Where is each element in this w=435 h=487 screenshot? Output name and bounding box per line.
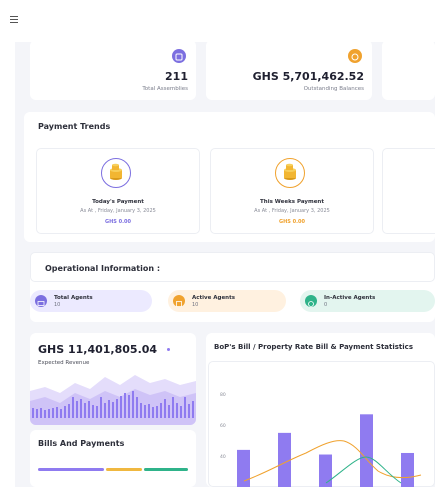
active-agents-pill[interactable]: Active Agents 10	[168, 290, 286, 312]
section-title: Bills And Payments	[38, 439, 125, 448]
payment-card-partial	[382, 148, 435, 234]
statistics-card: BoP's Bill / Property Rate Bill & Paymen…	[206, 333, 435, 487]
hamburger-icon[interactable]	[10, 16, 20, 24]
section-title: Operational Information :	[45, 264, 161, 273]
chart-bar[interactable]	[401, 452, 414, 487]
bills-bar-green	[144, 468, 188, 471]
payment-trends-panel: Payment Trends Today's Payment As At , F…	[24, 112, 435, 242]
total-agents-pill[interactable]: Total Agents 10	[30, 290, 152, 312]
sidebar-edge	[0, 42, 15, 487]
section-title: Payment Trends	[38, 122, 111, 131]
pill-label: Active Agents	[192, 295, 236, 301]
monitor-icon	[35, 295, 47, 307]
payment-date: As At , Friday, January 3, 2025	[80, 208, 156, 214]
payment-amount: GHS 0.00	[279, 219, 305, 225]
chart-bar[interactable]	[237, 449, 250, 487]
balance-icon	[348, 49, 362, 63]
stat-value: 211	[165, 70, 188, 83]
y-tick-label: 40	[220, 454, 226, 460]
revenue-card: GHS 11,401,805.04 Expected Revenue	[30, 333, 196, 425]
payment-card-today[interactable]: Today's Payment As At , Friday, January …	[36, 148, 200, 234]
payment-title: Today's Payment	[92, 199, 144, 205]
coins-icon	[101, 158, 131, 188]
pill-count: 10	[54, 302, 61, 308]
payment-date: As At , Friday, January 3, 2025	[254, 208, 330, 214]
operational-header: Operational Information :	[30, 252, 435, 282]
inactive-agents-pill[interactable]: In-Active Agents 0	[300, 290, 435, 312]
payment-card-week[interactable]: This Weeks Payment As At , Friday, Janua…	[210, 148, 374, 234]
chart-bar[interactable]	[360, 414, 373, 487]
coins-icon	[275, 158, 305, 188]
bills-bar-orange	[106, 468, 142, 471]
pill-label: In-Active Agents	[324, 295, 376, 301]
chart-line-orange	[243, 440, 422, 482]
pill-count: 0	[324, 302, 328, 308]
calendar-icon	[173, 295, 185, 307]
payment-amount: GHS 0.00	[105, 219, 131, 225]
chart-bar[interactable]	[319, 454, 332, 487]
stat-value: GHS 5,701,462.52	[252, 70, 364, 83]
bills-card: Bills And Payments	[30, 430, 196, 487]
payment-title: This Weeks Payment	[260, 199, 324, 205]
pill-label: Total Agents	[54, 295, 93, 301]
stat-card-partial	[382, 40, 435, 100]
pill-count: 10	[192, 302, 199, 308]
assembly-icon	[172, 49, 186, 63]
chat-icon	[305, 295, 317, 307]
revenue-sparkline	[30, 375, 196, 425]
operational-panel: Operational Information : Total Agents 1…	[30, 252, 435, 322]
stat-label: Outstanding Balances	[303, 86, 364, 92]
stat-label: Total Assemblies	[142, 86, 188, 92]
top-bar	[0, 0, 435, 42]
chart-bar[interactable]	[278, 432, 291, 487]
y-tick-label: 80	[220, 392, 226, 398]
stat-card-assemblies: 211 Total Assemblies	[30, 40, 196, 100]
statistics-chart: 80 60 40	[220, 392, 422, 487]
stat-card-outstanding: GHS 5,701,462.52 Outstanding Balances	[206, 40, 372, 100]
y-tick-label: 60	[220, 423, 226, 429]
bills-bar-purple	[38, 468, 104, 471]
